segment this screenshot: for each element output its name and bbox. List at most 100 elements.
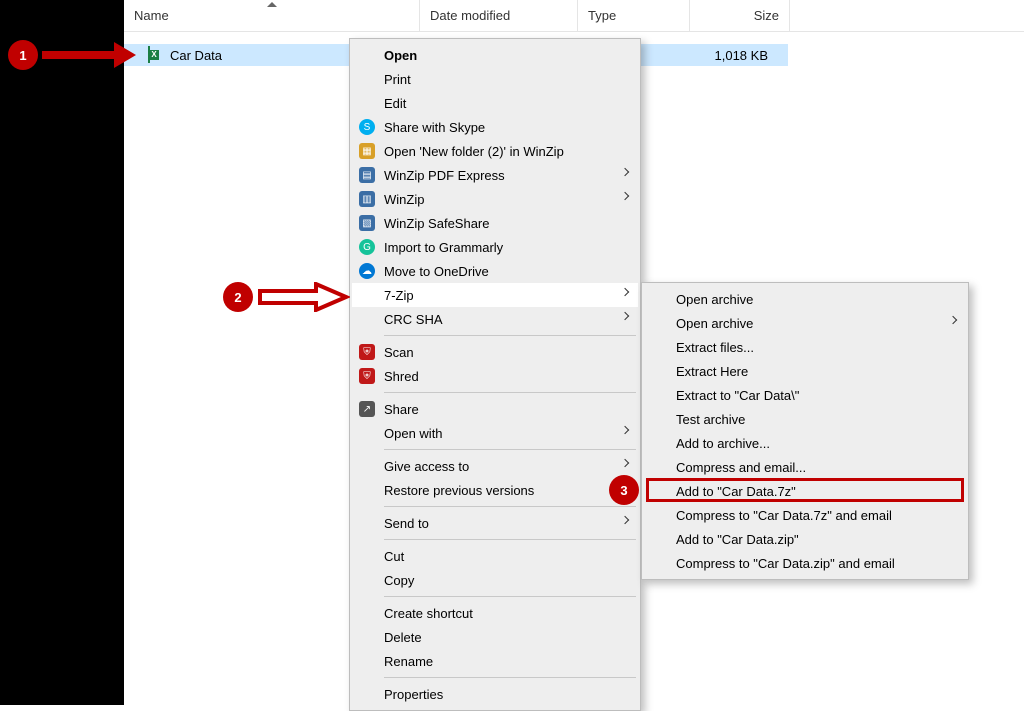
winzip-safe-icon: ▧	[358, 214, 376, 232]
context-menu-item[interactable]: Open with	[352, 421, 638, 445]
menu-item-label: Import to Grammarly	[384, 240, 610, 255]
menu-item-label: Scan	[384, 345, 610, 360]
context-menu-item[interactable]: ☁ Move to OneDrive	[352, 259, 638, 283]
context-menu-item[interactable]: ▦ Open 'New folder (2)' in WinZip	[352, 139, 638, 163]
header-name-label: Name	[134, 8, 169, 23]
callout-3-text: 3	[620, 483, 627, 498]
seven-zip-item[interactable]: Extract files...	[644, 335, 966, 359]
menu-item-label: Add to "Car Data.zip"	[676, 532, 938, 547]
seven-zip-submenu[interactable]: Open archive Open archive Extract files...…	[641, 282, 969, 580]
header-date[interactable]: Date modified	[420, 0, 578, 32]
callout-2-text: 2	[234, 290, 241, 305]
context-menu-item[interactable]: G Import to Grammarly	[352, 235, 638, 259]
seven-zip-item[interactable]: Open archive	[644, 311, 966, 335]
context-menu-item[interactable]: ⛨Scan	[352, 340, 638, 364]
context-menu-item[interactable]: ⛨Shred	[352, 364, 638, 388]
seven-zip-item[interactable]: Compress to "Car Data.7z" and email	[644, 503, 966, 527]
menu-item-label: Properties	[384, 687, 610, 702]
menu-item-label: Share	[384, 402, 610, 417]
submenu-arrow-icon	[621, 426, 629, 434]
callout-1-text: 1	[19, 48, 26, 63]
context-menu-item[interactable]: SShare with Skype	[352, 115, 638, 139]
menu-item-label: Rename	[384, 654, 610, 669]
context-menu[interactable]: Open Print Edit SShare with Skype ▦ Open 'New…	[349, 38, 641, 711]
menu-item-label: Extract Here	[676, 364, 938, 379]
menu-item-label: Cut	[384, 549, 610, 564]
menu-separator	[384, 539, 636, 540]
submenu-arrow-icon	[949, 316, 957, 324]
context-menu-item[interactable]: Send to	[352, 511, 638, 535]
header-name[interactable]: Name	[124, 0, 420, 32]
context-menu-item[interactable]: Copy	[352, 568, 638, 592]
menu-item-label: Test archive	[676, 412, 938, 427]
seven-zip-item[interactable]: Add to "Car Data.zip"	[644, 527, 966, 551]
file-size: 1,018 KB	[694, 48, 774, 63]
submenu-arrow-icon	[621, 516, 629, 524]
context-menu-item[interactable]: Properties	[352, 682, 638, 706]
context-menu-item[interactable]: ▧ WinZip SafeShare	[352, 211, 638, 235]
skype-icon: S	[358, 118, 376, 136]
menu-item-label: Edit	[384, 96, 610, 111]
menu-item-label: WinZip	[384, 192, 610, 207]
menu-item-label: 7-Zip	[384, 288, 610, 303]
seven-zip-item[interactable]: Extract Here	[644, 359, 966, 383]
context-menu-item[interactable]: Open	[352, 43, 638, 67]
menu-item-label: Open 'New folder (2)' in WinZip	[384, 144, 610, 159]
menu-item-label: Copy	[384, 573, 610, 588]
seven-zip-item[interactable]: Test archive	[644, 407, 966, 431]
menu-item-label: Compress to "Car Data.7z" and email	[676, 508, 938, 523]
menu-item-label: Open	[384, 48, 610, 63]
context-menu-item[interactable]: Rename	[352, 649, 638, 673]
context-menu-item[interactable]: Cut	[352, 544, 638, 568]
menu-item-label: Delete	[384, 630, 610, 645]
callout-badge-2: 2	[223, 282, 253, 312]
context-menu-item[interactable]: Print	[352, 67, 638, 91]
mcafee-icon: ⛨	[358, 367, 376, 385]
header-type-label: Type	[588, 8, 616, 23]
context-menu-item[interactable]: Give access to	[352, 454, 638, 478]
callout-highlight-box-3	[646, 478, 964, 502]
menu-item-label: Compress to "Car Data.zip" and email	[676, 556, 938, 571]
menu-item-label: Move to OneDrive	[384, 264, 610, 279]
header-type[interactable]: Type	[578, 0, 690, 32]
context-menu-item[interactable]: ▥WinZip	[352, 187, 638, 211]
context-menu-item[interactable]: ↗ Share	[352, 397, 638, 421]
context-menu-item[interactable]: Create shortcut	[352, 601, 638, 625]
callout-arrow-1	[42, 45, 142, 71]
menu-item-label: Extract files...	[676, 340, 938, 355]
seven-zip-item[interactable]: Compress to "Car Data.zip" and email	[644, 551, 966, 575]
submenu-arrow-icon	[621, 192, 629, 200]
onedrive-icon: ☁	[358, 262, 376, 280]
seven-zip-item[interactable]: Add to archive...	[644, 431, 966, 455]
context-menu-item[interactable]: ▤ WinZip PDF Express	[352, 163, 638, 187]
menu-item-label: WinZip PDF Express	[384, 168, 610, 183]
menu-item-label: Send to	[384, 516, 610, 531]
header-size[interactable]: Size	[690, 0, 790, 32]
pdf-icon: ▤	[358, 166, 376, 184]
grammarly-icon: G	[358, 238, 376, 256]
context-menu-item[interactable]: Delete	[352, 625, 638, 649]
menu-item-label: Give access to	[384, 459, 610, 474]
callout-badge-3: 3	[609, 475, 639, 505]
menu-item-label: WinZip SafeShare	[384, 216, 610, 231]
left-dark-area	[0, 0, 124, 705]
context-menu-item[interactable]: Edit	[352, 91, 638, 115]
context-menu-item[interactable]: CRC SHA	[352, 307, 638, 331]
context-menu-item[interactable]: 7-Zip	[352, 283, 638, 307]
menu-item-label: Print	[384, 72, 610, 87]
sort-ascending-icon	[267, 2, 277, 7]
context-menu-item[interactable]: Restore previous versions	[352, 478, 638, 502]
seven-zip-item[interactable]: Open archive	[644, 287, 966, 311]
submenu-arrow-icon	[621, 459, 629, 467]
submenu-arrow-icon	[621, 288, 629, 296]
winzip-folder-icon: ▦	[358, 142, 376, 160]
menu-item-label: Open archive	[676, 316, 938, 331]
callout-arrow-2	[258, 282, 350, 312]
menu-separator	[384, 596, 636, 597]
menu-item-label: Create shortcut	[384, 606, 610, 621]
share-icon: ↗	[358, 400, 376, 418]
seven-zip-item[interactable]: Extract to "Car Data\"	[644, 383, 966, 407]
seven-zip-item[interactable]: Compress and email...	[644, 455, 966, 479]
menu-separator	[384, 335, 636, 336]
submenu-arrow-icon	[621, 312, 629, 320]
